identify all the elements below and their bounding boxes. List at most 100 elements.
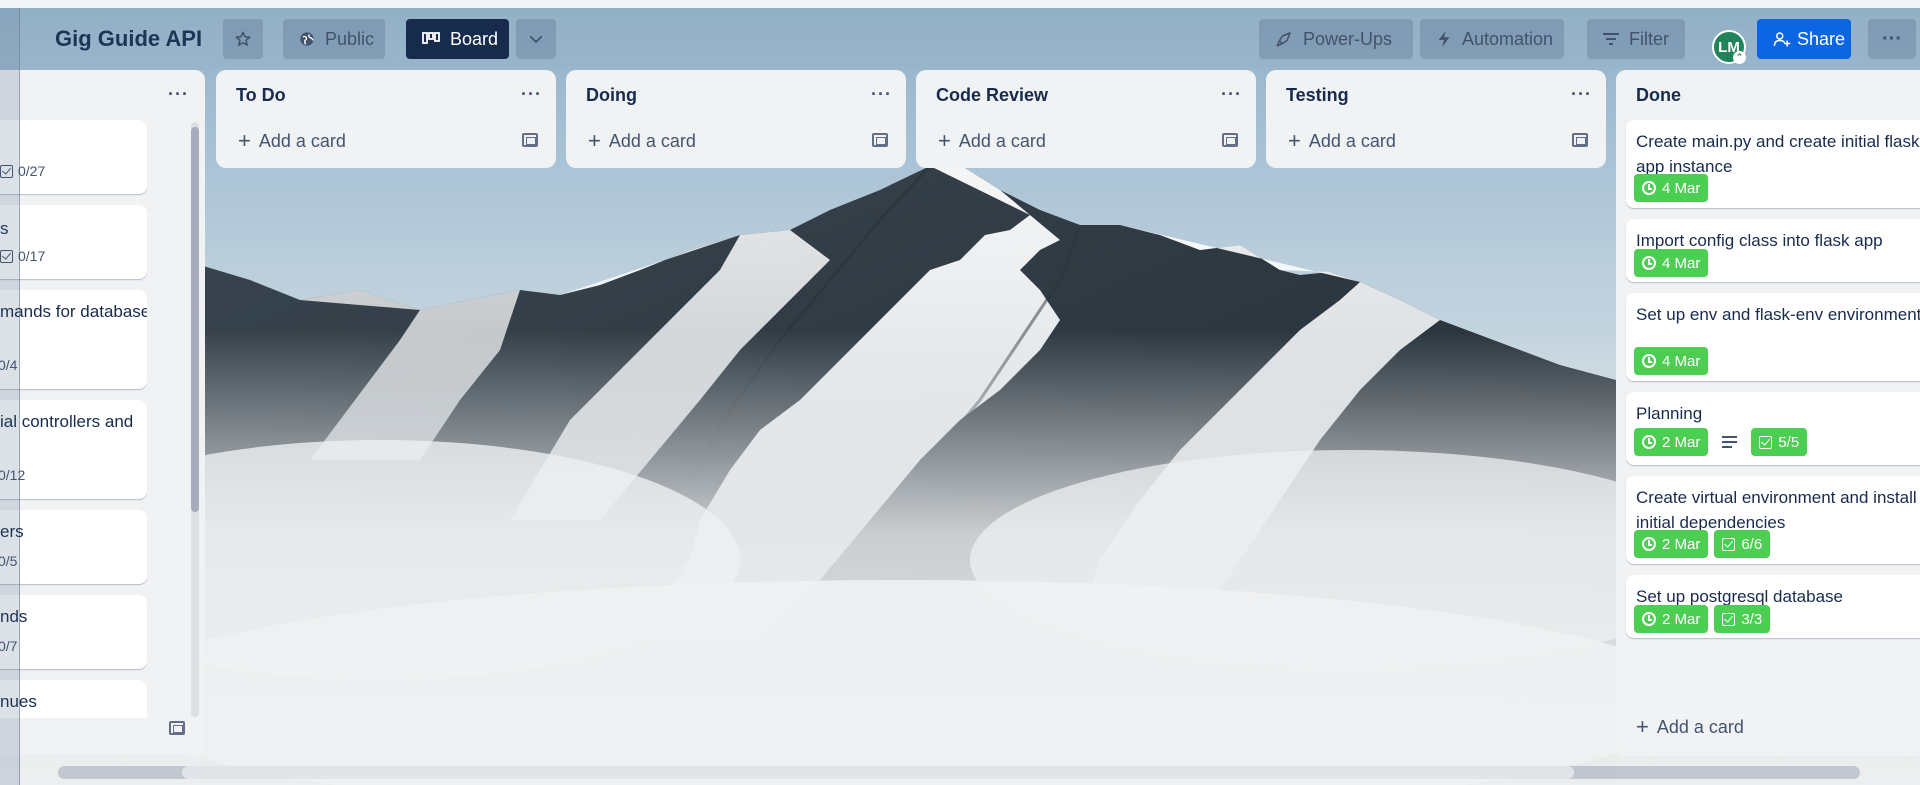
clock-icon: [1642, 256, 1656, 270]
plus-icon: +: [1636, 714, 1649, 739]
chevron-down-icon: [527, 30, 545, 48]
due-date-badge[interactable]: 4 Mar: [1634, 249, 1709, 277]
list-code-review: Code Review ··· + Add a card: [916, 70, 1256, 168]
add-person-icon: [1773, 30, 1791, 48]
filter-label: Filter: [1629, 28, 1669, 49]
board-header: Gig Guide API Public Board Power-Ups Aut…: [0, 8, 1920, 70]
list-card[interactable]: Create virtual environment and install i…: [1626, 476, 1920, 564]
list-menu-button[interactable]: ···: [1221, 84, 1242, 105]
card-title: mands for database: [0, 302, 147, 321]
due-date-badge[interactable]: 2 Mar: [1634, 530, 1709, 558]
list-card[interactable]: Set up env and flask-env environments 4 …: [1626, 293, 1920, 381]
list-scrollbar[interactable]: [191, 122, 199, 717]
clock-icon: [1642, 435, 1656, 449]
checklist-count: 6/6: [1741, 535, 1763, 553]
list-card[interactable]: 0/27: [0, 120, 147, 194]
add-card-button[interactable]: + Add a card: [238, 126, 346, 156]
lightning-icon: [1436, 30, 1452, 48]
checklist-icon: [1759, 435, 1773, 449]
filter-button[interactable]: Filter: [1587, 19, 1685, 59]
add-card-label: Add a card: [1656, 716, 1744, 737]
add-card-button[interactable]: + Add a card: [1636, 712, 1744, 742]
add-card-label: Add a card: [608, 130, 696, 151]
member-avatar[interactable]: LM ⌃: [1712, 30, 1746, 64]
add-card-button[interactable]: + Add a card: [1288, 126, 1396, 156]
list-title[interactable]: To Do: [236, 85, 286, 106]
more-icon: ···: [1882, 27, 1902, 50]
list-card[interactable]: Planning 2 Mar 5/5: [1626, 392, 1920, 465]
board-view-button[interactable]: Board: [406, 19, 509, 59]
list-card[interactable]: ers 0/5: [0, 510, 147, 584]
board-scrollbar-thumb[interactable]: [182, 766, 1574, 779]
list-card[interactable]: nds 0/7: [0, 595, 147, 669]
list-card[interactable]: mands for database 0/4: [0, 290, 147, 389]
list-card[interactable]: nues: [0, 680, 147, 718]
star-button[interactable]: [223, 19, 263, 59]
board-title[interactable]: Gig Guide API: [55, 26, 202, 52]
plus-icon: +: [1288, 128, 1301, 153]
checklist-icon: [1722, 612, 1736, 626]
card-template-icon[interactable]: [169, 721, 185, 735]
list-title[interactable]: Doing: [586, 85, 637, 106]
card-badges: 4 Mar: [1634, 347, 1709, 375]
add-card-label: Add a card: [258, 130, 346, 151]
list-menu-button[interactable]: ···: [871, 84, 892, 105]
checklist-count: 0/17: [18, 248, 46, 264]
card-template-icon[interactable]: [1572, 133, 1588, 147]
board-menu-button[interactable]: ···: [1868, 19, 1916, 59]
list-card[interactable]: Import config class into flask app 4 Mar: [1626, 219, 1920, 282]
list-title[interactable]: Done: [1636, 85, 1681, 106]
clock-icon: [1642, 354, 1656, 368]
clock-icon: [1642, 181, 1656, 195]
list-title[interactable]: Code Review: [936, 85, 1048, 106]
card-template-icon[interactable]: [872, 133, 888, 147]
list-scrollbar-thumb[interactable]: [191, 127, 199, 512]
add-card-button[interactable]: + Add a card: [938, 126, 1046, 156]
automation-button[interactable]: Automation: [1420, 19, 1564, 59]
card-template-icon[interactable]: [522, 133, 538, 147]
card-badges: 2 Mar 5/5: [1634, 428, 1808, 456]
list-menu-button[interactable]: ···: [521, 84, 542, 105]
checklist-badge: 5/5: [1751, 428, 1808, 456]
list-title[interactable]: Testing: [1286, 85, 1349, 106]
card-title: Set up env and flask-env environments: [1636, 305, 1920, 324]
partial-card-stack: 0/27 s 0/17 mands for database 0/4 ial c…: [0, 120, 147, 718]
list-doing: Doing ··· + Add a card: [566, 70, 906, 168]
view-switcher-button[interactable]: [516, 19, 556, 59]
add-card-button[interactable]: + Add a card: [588, 126, 696, 156]
due-date-badge[interactable]: 2 Mar: [1634, 428, 1709, 456]
powerups-button[interactable]: Power-Ups: [1259, 19, 1413, 59]
list-partial-left: ··· 0/27 s 0/17 mands for database 0/4 i…: [0, 70, 205, 755]
list-testing: Testing ··· + Add a card: [1266, 70, 1606, 168]
due-date-badge[interactable]: 4 Mar: [1634, 174, 1709, 202]
due-date-label: 4 Mar: [1662, 179, 1701, 197]
due-date-badge[interactable]: 2 Mar: [1634, 605, 1709, 633]
card-template-icon[interactable]: [1222, 133, 1238, 147]
list-card[interactable]: Create main.py and create initial flask …: [1626, 120, 1920, 208]
due-date-label: 2 Mar: [1662, 433, 1701, 451]
plus-icon: +: [938, 128, 951, 153]
plus-icon: +: [588, 128, 601, 153]
list-todo: To Do ··· + Add a card: [216, 70, 556, 168]
list-menu-button[interactable]: ···: [1571, 84, 1592, 105]
board-view-icon: [422, 30, 440, 48]
board-view-label: Board: [450, 28, 499, 49]
workspace-sidebar-edge[interactable]: [0, 8, 20, 785]
card-title: Create virtual environment and install i…: [1636, 488, 1917, 532]
visibility-button[interactable]: Public: [283, 19, 385, 59]
list-card[interactable]: ial controllers and 0/12: [0, 400, 147, 499]
card-badges: 4 Mar: [1634, 174, 1709, 202]
due-date-label: 2 Mar: [1662, 535, 1701, 553]
list-card[interactable]: s 0/17: [0, 205, 147, 279]
board-horizontal-scrollbar[interactable]: [58, 766, 1860, 779]
star-icon: [234, 30, 252, 48]
plus-icon: +: [238, 128, 251, 153]
add-card-label: Add a card: [958, 130, 1046, 151]
card-title: Planning: [1636, 404, 1703, 423]
list-menu-button[interactable]: ···: [168, 84, 189, 105]
share-button[interactable]: Share: [1757, 19, 1851, 59]
card-badges: 4 Mar: [1634, 249, 1709, 277]
automation-label: Automation: [1462, 28, 1554, 49]
list-card[interactable]: Set up postgresql database 2 Mar 3/3: [1626, 575, 1920, 638]
due-date-badge[interactable]: 4 Mar: [1634, 347, 1709, 375]
